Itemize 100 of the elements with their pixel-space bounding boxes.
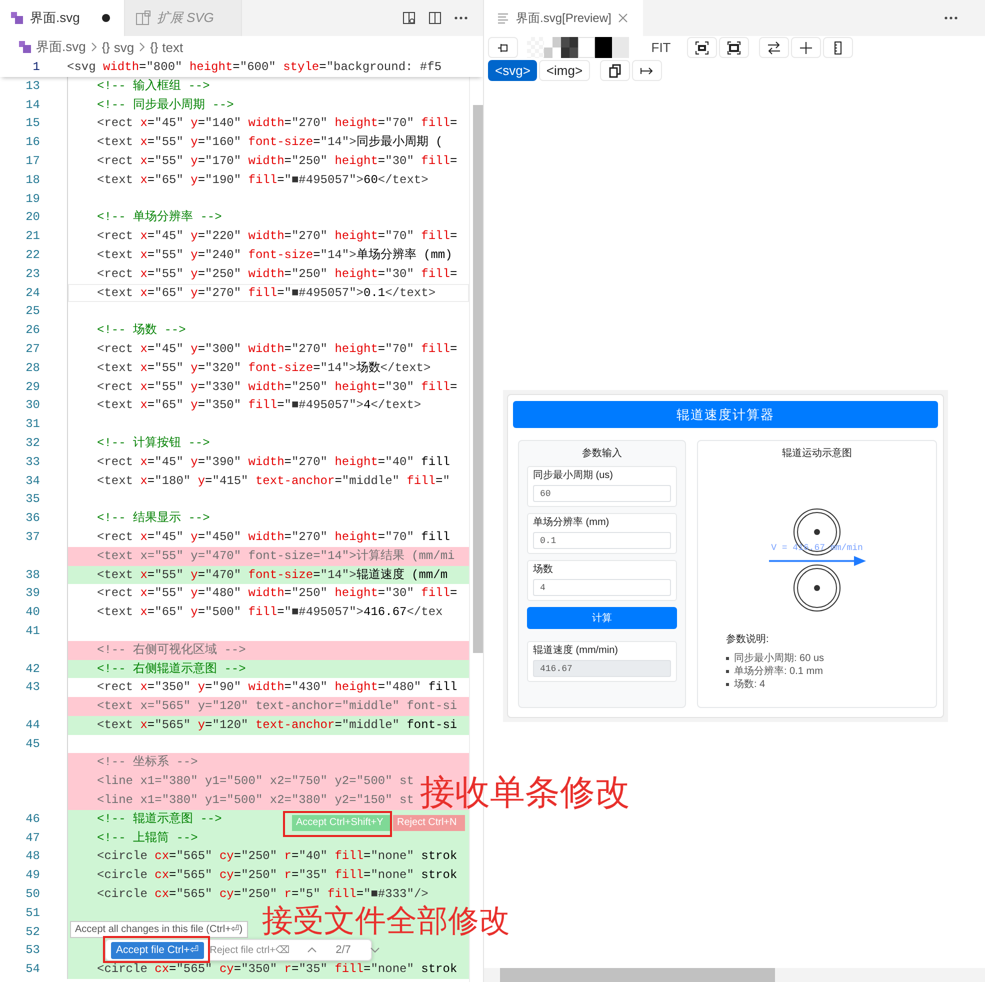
export-button[interactable]	[632, 60, 662, 81]
symbol-icon: {}	[102, 40, 110, 54]
line-number: 48	[24, 848, 40, 866]
code-line: <!-- 上辊筒 -->	[97, 830, 198, 845]
editor-tab[interactable]: 界面.svg	[0, 0, 125, 36]
code-line: <svg width="800" height="600" style="background: #f5	[67, 60, 442, 74]
line-number: 43	[24, 679, 40, 696]
background-swatch[interactable]	[544, 37, 561, 58]
code-line: <rect x="45" y="390" width="270" height="40" fill	[97, 454, 450, 469]
code-line: <!-- 同步最小周期 -->	[97, 98, 234, 112]
code-line: <text x="55" y="320" font-size="14">场数</text>	[97, 360, 431, 375]
note-text: 场数: 4	[734, 679, 766, 690]
fit-button[interactable]: FIT	[643, 40, 679, 55]
open-preview-icon[interactable]	[401, 10, 417, 26]
line-number: 41	[24, 622, 40, 640]
code-line: <rect x="55" y="330" width="250" height="30" fill=	[97, 380, 458, 394]
mode-tab[interactable]: <img>	[539, 60, 590, 81]
line-number: 32	[24, 434, 40, 452]
line-number: 51	[24, 904, 40, 922]
line-number: 23	[24, 266, 40, 283]
scrollbar[interactable]	[484, 968, 985, 982]
input-field: 0.1	[533, 532, 671, 549]
background-swatch[interactable]	[612, 37, 629, 58]
focus-button[interactable]	[687, 37, 717, 58]
line-number: 27	[24, 340, 40, 358]
line-number: 38	[24, 566, 40, 584]
field-label: 同步最小周期 (us)	[533, 470, 614, 482]
code-line: <rect x="55" y="250" width="250" height="30" fill=	[97, 266, 458, 281]
code-line: <circle cx="565" cy="250" r="40" fill="none" strok	[97, 849, 458, 864]
code-line: <text x="55" y="470" font-size="14">计算结果 (mm/mi	[97, 548, 455, 563]
code-line: <rect x="55" y="480" width="250" height="30" fill=	[97, 586, 458, 600]
background-swatch[interactable]	[595, 37, 612, 58]
code-line: <!-- 右侧辊道示意图 -->	[97, 662, 246, 676]
tooltip: Accept all changes in this file (Ctrl+⏎)	[70, 921, 248, 938]
annotation-text: 接受文件全部修改	[262, 905, 510, 936]
code-line: <!-- 辊道示意图 -->	[97, 812, 222, 826]
file-icon	[18, 40, 32, 54]
line-number: 40	[24, 604, 40, 622]
field-label: 场数	[533, 564, 554, 576]
swap-icon	[766, 40, 782, 56]
accept-file-button[interactable]: Accept file Ctrl+⏎	[111, 942, 204, 958]
code-line: <circle cx="565" cy="250" r="35" fill="none" strok	[97, 868, 458, 882]
line-number: 29	[24, 378, 40, 396]
line-number: 44	[24, 716, 40, 734]
preview-tab[interactable]: 界面.svg[Preview]	[484, 0, 643, 36]
swap-button[interactable]	[759, 37, 789, 58]
code-line: <!-- 结果显示 -->	[97, 511, 210, 526]
code-line: <text x="565" y="120" text-anchor="middle" font-si	[97, 699, 458, 714]
plus-button[interactable]	[791, 37, 821, 58]
background-swatch[interactable]	[578, 37, 595, 58]
panel-title: 辊道运动示意图	[781, 446, 853, 461]
input-field: 60	[533, 485, 671, 502]
code-line: <rect x="45" y="140" width="270" height="70" fill=	[97, 116, 458, 130]
frame-button[interactable]	[719, 37, 749, 58]
chevron-icon	[90, 41, 98, 53]
line-number: 28	[24, 360, 40, 377]
split-editor-icon[interactable]	[427, 10, 443, 26]
copy-icon	[606, 62, 623, 78]
reject-file-button[interactable]: Reject file ctrl+⌫	[210, 944, 290, 956]
code-line: <!-- 右侧可视化区域 -->	[97, 642, 246, 657]
frame-icon	[726, 40, 742, 56]
note-text: 同步最小周期: 60 us	[734, 653, 824, 664]
code-line: <rect x="45" y="220" width="270" height="70" fill=	[97, 229, 458, 244]
breadcrumb-item[interactable]: 界面.svg	[18, 38, 86, 56]
line-number: 39	[24, 585, 40, 602]
bullet-icon	[726, 657, 729, 660]
chevron-icon	[138, 41, 146, 53]
preview-icon	[496, 11, 510, 25]
file-icon	[10, 11, 24, 25]
line-number: 17	[24, 152, 40, 170]
breadcrumb-item[interactable]: {} svg	[102, 40, 134, 54]
close-icon[interactable]	[617, 12, 630, 24]
line-number: 53	[24, 942, 40, 960]
breadcrumb-item[interactable]: {} text	[150, 40, 184, 54]
code-line: <rect x="350" y="90" width="430" height="480" fill	[97, 680, 458, 694]
ruler-button[interactable]	[823, 37, 853, 58]
mode-tab[interactable]: <svg>	[488, 60, 538, 81]
code-line: <!-- 场数 -->	[97, 323, 186, 338]
line-number: 25	[24, 303, 40, 320]
focus-icon	[694, 40, 710, 56]
input-field: 4	[533, 579, 671, 596]
line-number: 46	[24, 810, 40, 828]
line-number: 1	[32, 59, 40, 76]
notes-title: 参数说明:	[726, 634, 770, 646]
code-line: <!-- 计算按钮 -->	[97, 436, 210, 450]
code-line: <circle cx="565" cy="250" r="5" fill="■#333"/>	[97, 887, 428, 902]
pin-button[interactable]	[488, 37, 518, 58]
code-line: <line x1="380" y1="500" x2="380" y2="150" st	[97, 793, 414, 808]
annotation-text: 接收单条修改	[420, 775, 630, 810]
line-number: 24	[24, 284, 40, 302]
line-number: 15	[24, 115, 40, 132]
line-number: 42	[24, 660, 40, 678]
code-line: <line x1="380" y1="500" x2="750" y2="500" st	[97, 774, 414, 788]
code-line: <text x="65" y="270" fill="■#495057">0.1</text>	[97, 286, 436, 300]
result-field: 416.67	[533, 660, 671, 677]
code-line: <text x="65" y="190" fill="■#495057">60</text>	[97, 172, 428, 187]
copy-button[interactable]	[600, 60, 630, 81]
code-line: <text x="55" y="160" font-size="14">同步最小周期 (	[97, 135, 443, 150]
panel-title: 参数输入	[581, 446, 623, 461]
background-swatch[interactable]	[561, 37, 578, 58]
